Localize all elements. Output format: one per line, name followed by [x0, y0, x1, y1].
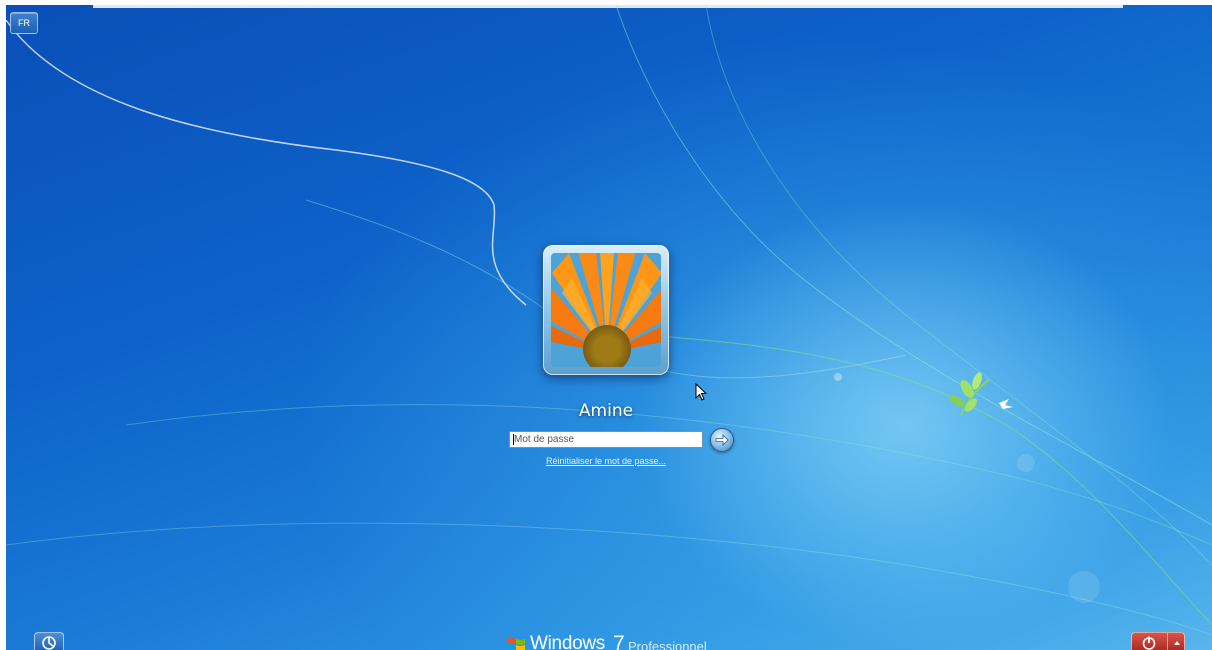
mouse-cursor	[695, 383, 708, 401]
avatar	[551, 253, 661, 367]
submit-button[interactable]	[710, 428, 734, 452]
user-tile[interactable]	[543, 245, 669, 375]
shutdown-options-button[interactable]	[1167, 633, 1184, 650]
ease-of-access-button[interactable]	[34, 632, 64, 650]
text-caret	[513, 434, 514, 445]
windows-flag-logo	[507, 638, 525, 650]
reset-password-link[interactable]: Réinitialiser le mot de passe...	[506, 456, 706, 466]
arrow-right-icon	[715, 434, 729, 446]
password-field[interactable]	[509, 431, 703, 448]
shutdown-button[interactable]	[1132, 633, 1166, 650]
user-name: Amine	[578, 401, 634, 421]
ease-of-access-icon	[42, 636, 56, 650]
brand-version: 7	[613, 632, 625, 650]
brand-name: Windows	[530, 633, 605, 650]
brand-edition: Professionnel	[628, 639, 707, 650]
chevron-up-icon	[1174, 641, 1180, 645]
leaf-decoration	[948, 372, 1013, 416]
language-indicator[interactable]: FR	[10, 12, 38, 34]
power-controls	[1131, 632, 1185, 650]
power-icon	[1142, 636, 1156, 650]
login-screen: FR Amine Mot de passe Réinitialiser le m…	[6, 5, 1212, 650]
